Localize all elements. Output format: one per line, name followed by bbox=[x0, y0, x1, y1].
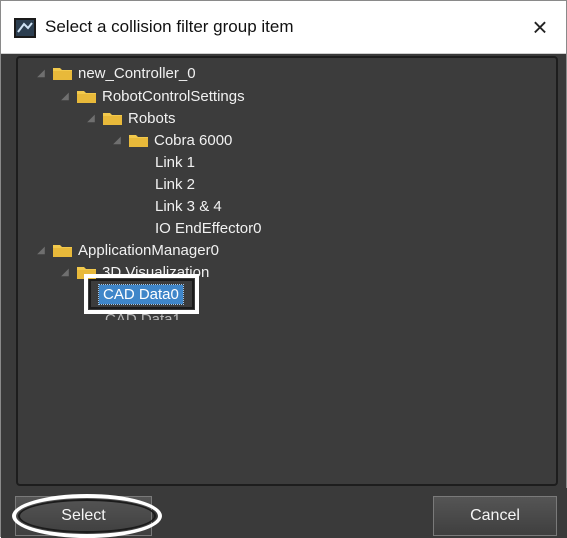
folder-icon bbox=[77, 89, 96, 103]
cancel-button[interactable]: Cancel bbox=[433, 496, 557, 536]
expand-arrow-icon[interactable]: ◢ bbox=[58, 91, 72, 102]
expand-arrow-icon[interactable]: ◢ bbox=[34, 68, 48, 79]
tree-node-label: Link 2 bbox=[155, 175, 196, 193]
app-icon bbox=[14, 18, 36, 38]
highlight-callout-oval-inner bbox=[18, 499, 156, 533]
dialog-window: Select a collision filter group item × ◢… bbox=[0, 0, 567, 538]
close-icon[interactable]: × bbox=[526, 11, 554, 43]
tree-node-cobra-6000[interactable]: ◢ Cobra 6000 bbox=[110, 129, 232, 151]
tree-node-label: RobotControlSettings bbox=[102, 87, 245, 105]
tree-node-robot-control-settings[interactable]: ◢ RobotControlSettings bbox=[58, 85, 245, 107]
tree-node-label: new_Controller_0 bbox=[78, 64, 196, 82]
title-bar: Select a collision filter group item × bbox=[1, 1, 566, 54]
expand-arrow-icon[interactable]: ◢ bbox=[58, 267, 72, 278]
folder-icon bbox=[129, 133, 148, 147]
expand-arrow-icon[interactable]: ◢ bbox=[34, 245, 48, 256]
tree-node-link-1[interactable]: Link 1 bbox=[155, 151, 195, 173]
tree-node-robots[interactable]: ◢ Robots bbox=[84, 107, 176, 129]
tree-node-label: Cobra 6000 bbox=[154, 131, 233, 149]
tree-node-label: IO EndEffector0 bbox=[155, 219, 262, 237]
tree-node-label: ApplicationManager0 bbox=[78, 241, 219, 259]
tree-view[interactable]: ◢ new_Controller_0 ◢ RobotControlSetting… bbox=[16, 56, 558, 486]
tree-node-label-selected: CAD Data0 bbox=[98, 283, 184, 305]
tree-node-link-3-4[interactable]: Link 3 & 4 bbox=[155, 195, 222, 217]
tree-node-cad-data1[interactable]: CAD Data1 bbox=[105, 311, 181, 320]
tree-node-io-endeffector[interactable]: IO EndEffector0 bbox=[155, 217, 261, 239]
tree-node-label: Link 1 bbox=[155, 153, 196, 171]
folder-icon bbox=[103, 111, 122, 125]
expand-arrow-icon[interactable]: ◢ bbox=[84, 113, 98, 124]
tree-node-cad-data0[interactable]: CAD Data0 bbox=[98, 283, 184, 305]
dialog-title: Select a collision filter group item bbox=[45, 17, 294, 36]
folder-icon bbox=[53, 66, 72, 80]
tree-node-new-controller[interactable]: ◢ new_Controller_0 bbox=[34, 62, 196, 84]
tree-node-label: Link 3 & 4 bbox=[155, 197, 222, 215]
tree-node-label: Robots bbox=[128, 109, 176, 127]
expand-arrow-icon[interactable]: ◢ bbox=[110, 135, 124, 146]
tree-node-link-2[interactable]: Link 2 bbox=[155, 173, 195, 195]
tree-node-application-manager[interactable]: ◢ ApplicationManager0 bbox=[34, 239, 219, 261]
folder-icon bbox=[53, 243, 72, 257]
